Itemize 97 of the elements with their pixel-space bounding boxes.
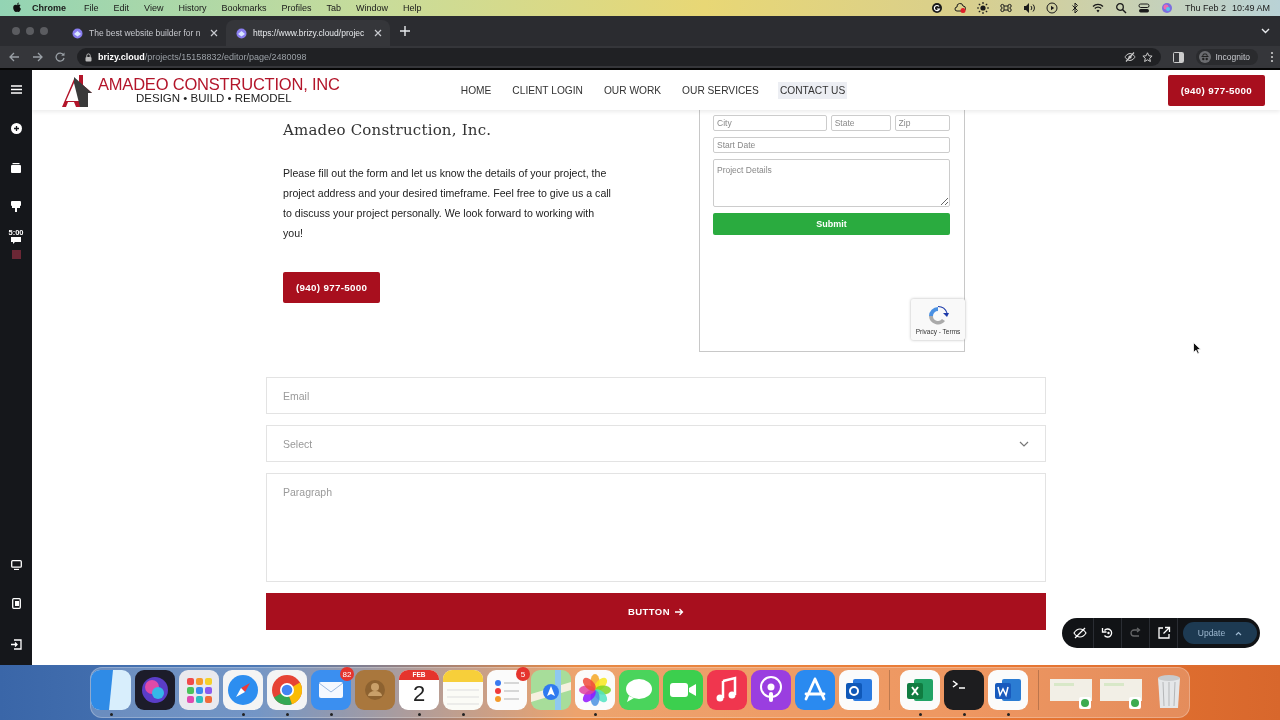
menu-item[interactable]: Profiles	[281, 3, 312, 13]
exit-icon[interactable]	[10, 638, 22, 650]
desktop-icon[interactable]	[10, 559, 22, 570]
search-icon[interactable]	[1114, 2, 1127, 14]
phone-button[interactable]: (940) 977-5000	[283, 272, 381, 303]
input-field[interactable]: State	[830, 115, 891, 131]
address-bar[interactable]: brizy.cloud/projects/15158832/editor/page/2480098	[77, 48, 1161, 66]
notification-badge: 5	[516, 667, 530, 681]
close-icon[interactable]	[210, 29, 218, 37]
input-field[interactable]: Email	[266, 377, 1046, 414]
menu-item[interactable]: Tab	[326, 3, 341, 13]
recaptcha-icon	[927, 304, 949, 327]
browser-logo-icon[interactable]	[267, 670, 307, 710]
compass-icon[interactable]	[223, 670, 263, 710]
nav-link[interactable]: CLIENT LOGIN	[510, 81, 585, 99]
star-icon[interactable]	[1141, 51, 1153, 63]
arrow-right-icon	[674, 607, 684, 616]
mail-client-icon[interactable]	[839, 670, 879, 710]
browser-tab[interactable]: https://www.brizy.cloud/projec	[226, 20, 390, 46]
input-field[interactable]: Zip	[894, 115, 950, 131]
phone-button[interactable]: (940) 977-5000	[1167, 74, 1265, 106]
envelope-icon[interactable]	[311, 670, 351, 710]
section-heading: Amadeo Construction, Inc.	[283, 121, 493, 139]
input-field[interactable]: City	[713, 115, 827, 131]
apple-icon[interactable]	[12, 2, 22, 14]
side-panel-icon[interactable]	[1172, 51, 1184, 63]
nav-link[interactable]: OUR SERVICES	[680, 81, 761, 99]
calendar-day: 2	[412, 680, 426, 708]
menu-item[interactable]: History	[178, 3, 207, 13]
menu-item[interactable]: Edit	[113, 3, 130, 13]
volume-icon[interactable]	[1022, 2, 1035, 14]
chevron-down-icon[interactable]	[1261, 28, 1270, 34]
app-grid-icon[interactable]	[179, 670, 219, 710]
brightness-icon[interactable]	[976, 2, 989, 14]
menu-item[interactable]: Help	[403, 3, 422, 13]
browser-tab[interactable]: The best website builder for n	[62, 20, 226, 46]
orb-icon[interactable]	[135, 670, 175, 710]
app-store-icon[interactable]	[795, 670, 835, 710]
text-area[interactable]: Project Details	[713, 159, 950, 207]
music-note-icon[interactable]	[707, 670, 747, 710]
cursor-icon	[1193, 342, 1201, 354]
menu-item[interactable]: View	[144, 3, 164, 13]
map-icon[interactable]	[531, 670, 571, 710]
eye-off-icon[interactable]	[1123, 52, 1136, 62]
submit-button[interactable]: BUTTON	[266, 593, 1046, 630]
intro-paragraph: Please fill out the form and let us know the details of your project, the project address and your desired timeframe. Feel free to give us a call to discuss your project personally. We look forward to working with you!	[283, 166, 612, 241]
notification-badge: 82	[340, 667, 354, 681]
close-icon[interactable]	[374, 29, 382, 37]
input-field[interactable]: Start Date	[713, 137, 950, 153]
nav-link[interactable]: OUR WORK	[601, 81, 664, 99]
url-text[interactable]: brizy.cloud/projects/15158832/editor/page/2480098	[98, 52, 307, 62]
logo-title: AMADEO CONSTRUCTION, INC	[98, 75, 340, 92]
flower-icon[interactable]	[575, 670, 615, 710]
caret-up-icon	[1235, 630, 1243, 636]
nav-link[interactable]: HOME	[458, 81, 494, 99]
pages-icon[interactable]	[11, 162, 21, 173]
circle-icon[interactable]	[930, 2, 943, 14]
checklist-icon[interactable]	[487, 670, 527, 710]
cloud-icon[interactable]	[953, 2, 966, 14]
undo-icon	[1100, 626, 1115, 640]
menu-item[interactable]: Bookmarks	[221, 3, 267, 13]
more-icon[interactable]	[1270, 51, 1274, 63]
globe-icon	[72, 27, 83, 39]
redo-icon	[1128, 626, 1143, 640]
chevron-down-icon	[1019, 440, 1029, 447]
eye-off-icon	[1072, 626, 1087, 640]
menubar-time[interactable]: 10:49 AM	[1231, 3, 1270, 13]
menu-item[interactable]: Window	[355, 3, 388, 13]
color-swatch[interactable]	[11, 250, 21, 259]
menu-item[interactable]: File	[84, 3, 99, 13]
spreadsheet-icon[interactable]	[900, 670, 940, 710]
nav-link[interactable]: CONTACT US	[777, 81, 848, 99]
word-processor-icon[interactable]	[988, 670, 1028, 710]
add-icon[interactable]	[10, 123, 22, 134]
forward-icon[interactable]	[32, 52, 43, 62]
control-center-icon[interactable]	[1137, 2, 1150, 14]
brush-icon[interactable]	[11, 201, 21, 212]
terminal-icon[interactable]	[944, 670, 984, 710]
plus-icon[interactable]	[400, 26, 410, 36]
logo-tagline: DESIGN • BUILD • REMODEL	[136, 93, 293, 105]
app-menu[interactable]: Chrome	[32, 3, 66, 13]
menubar-date[interactable]: Thu Feb 2	[1184, 3, 1226, 13]
globe-icon	[236, 27, 247, 39]
tablet-icon[interactable]	[11, 598, 21, 609]
reload-icon[interactable]	[55, 52, 65, 62]
menu-icon[interactable]	[10, 85, 22, 94]
play-icon[interactable]	[1045, 2, 1058, 14]
chat-icon[interactable]	[11, 237, 21, 244]
profile-button[interactable]: Incognito	[1195, 49, 1258, 65]
incognito-icon	[1198, 51, 1211, 63]
external-link-icon	[1156, 626, 1171, 640]
text-area[interactable]: Paragraph	[266, 473, 1046, 582]
lock-icon	[85, 52, 92, 62]
podcast-icon[interactable]	[751, 670, 791, 710]
back-icon[interactable]	[9, 52, 20, 62]
command-icon[interactable]	[999, 2, 1012, 14]
wifi-icon[interactable]	[1091, 2, 1104, 14]
